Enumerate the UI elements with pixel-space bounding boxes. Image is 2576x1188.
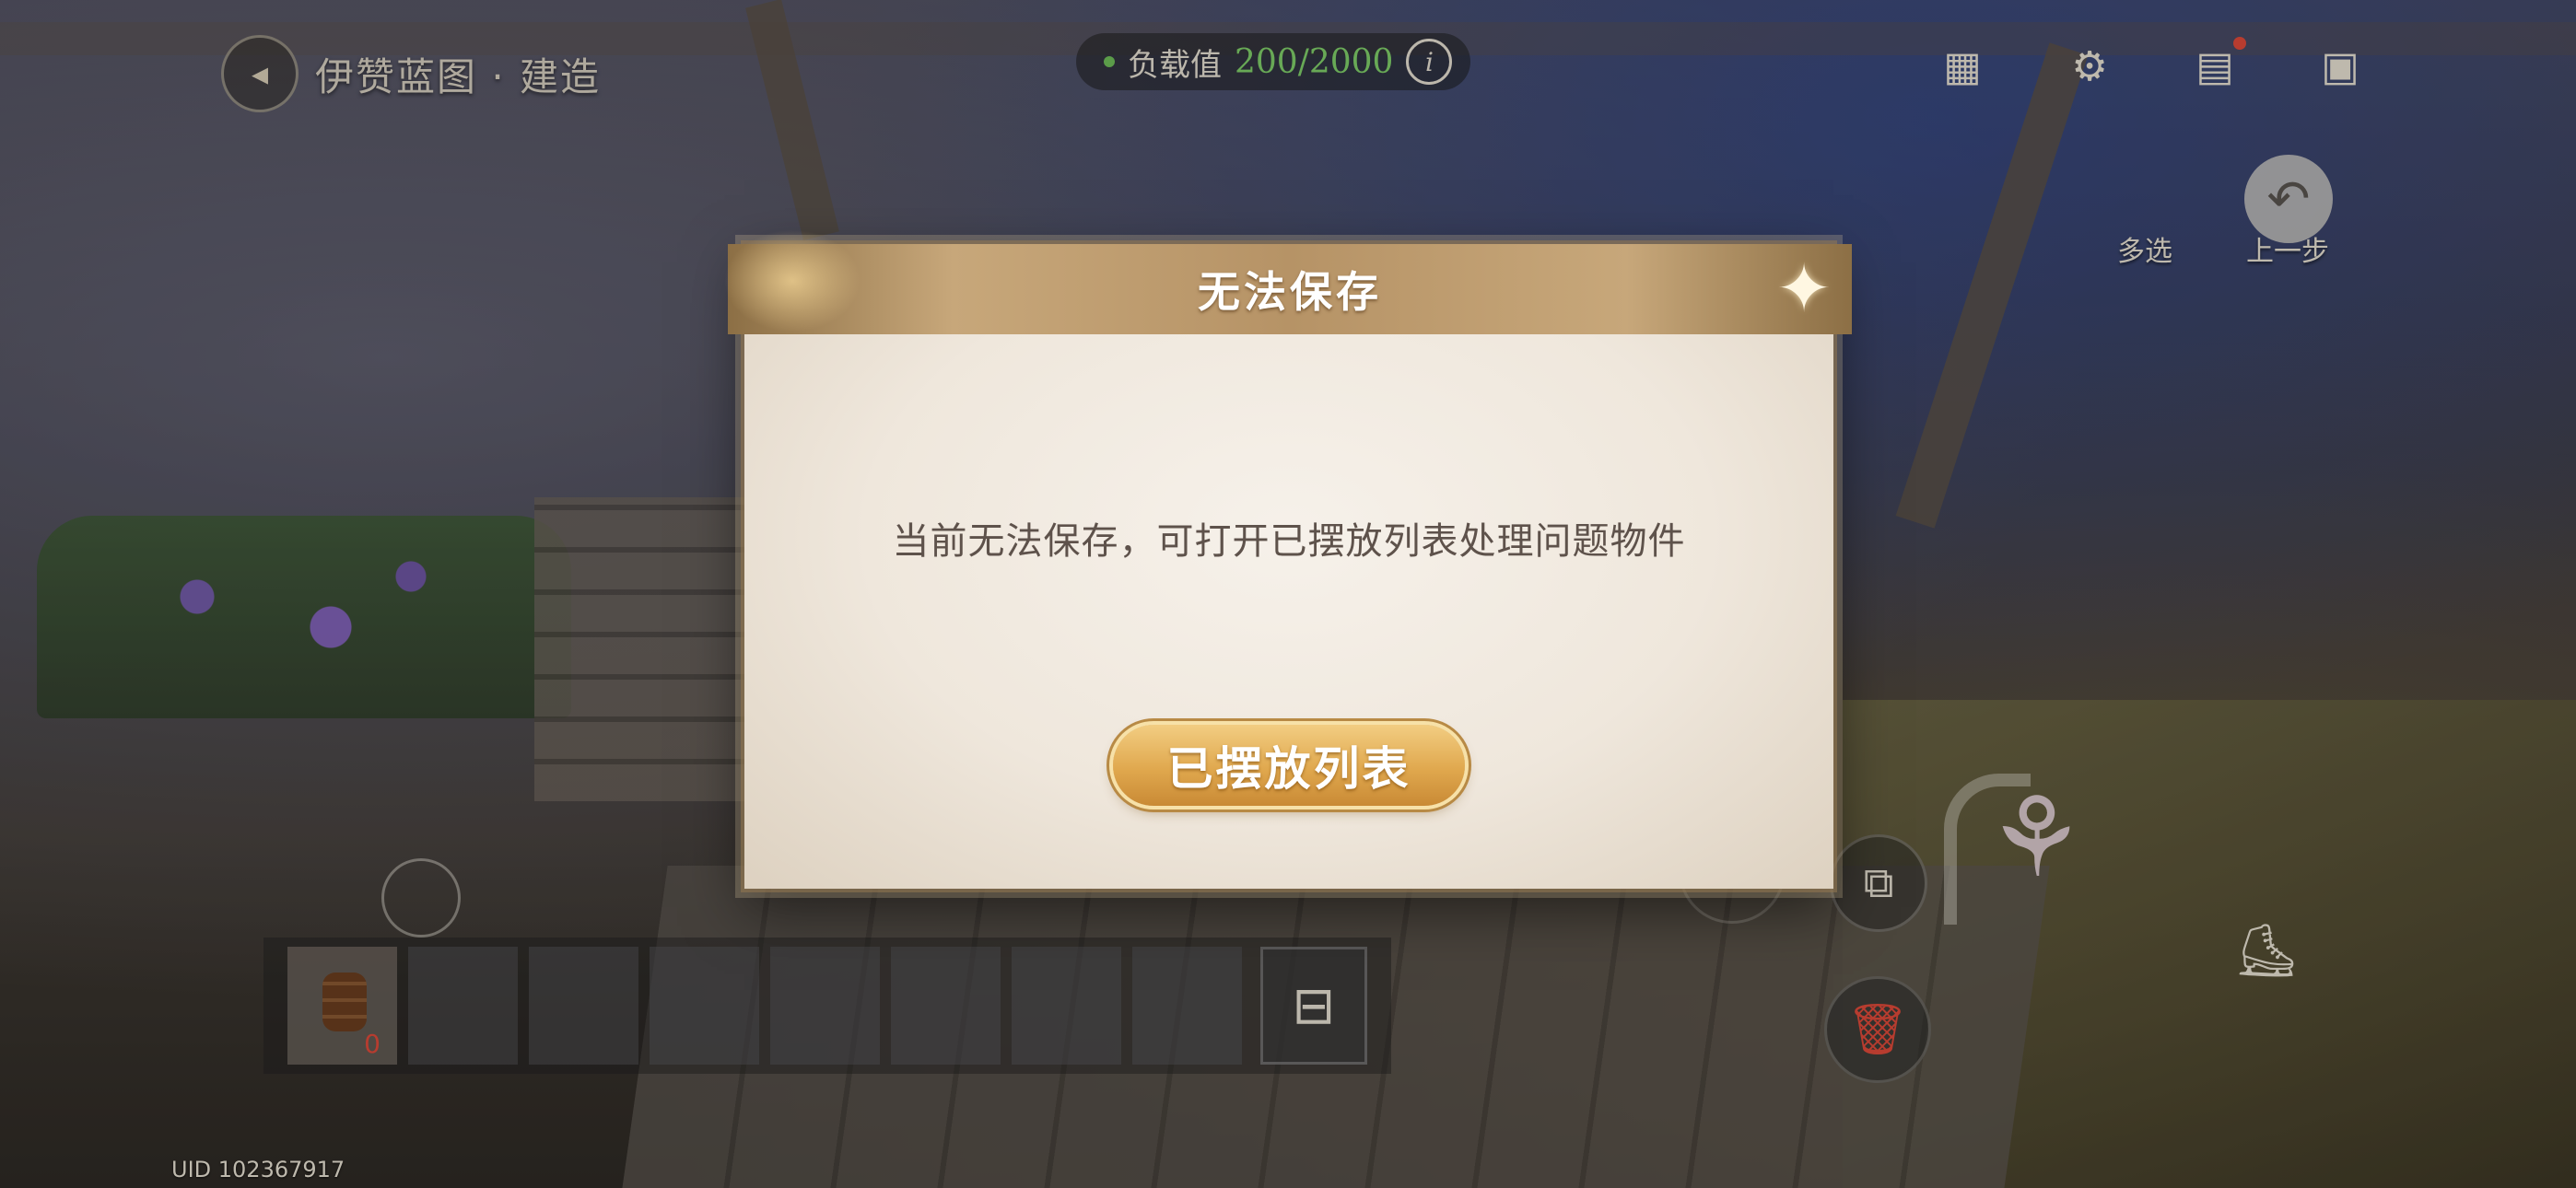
close-star-icon: ✦ [1775, 250, 1832, 327]
leaf-ornament-icon [719, 226, 866, 336]
dialog-header: 无法保存 ✦ [719, 226, 1852, 336]
dialog-title: 无法保存 [1198, 267, 1382, 317]
close-button[interactable]: ✦ [1769, 250, 1839, 327]
dialog-message: 当前无法保存，可打开已摆放列表处理问题物件 [892, 520, 1686, 563]
save-error-dialog: 无法保存 ✦ 当前无法保存，可打开已摆放列表处理问题物件 已摆放列表 [719, 226, 1852, 889]
placed-list-button[interactable]: 已摆放列表 [1113, 725, 1465, 806]
game-scene: ◂ 伊赞蓝图 · 建造 负载值 200/2000 i ▦ ⚙ ▤ ▣ ↶ 多选 … [0, 0, 2576, 1188]
